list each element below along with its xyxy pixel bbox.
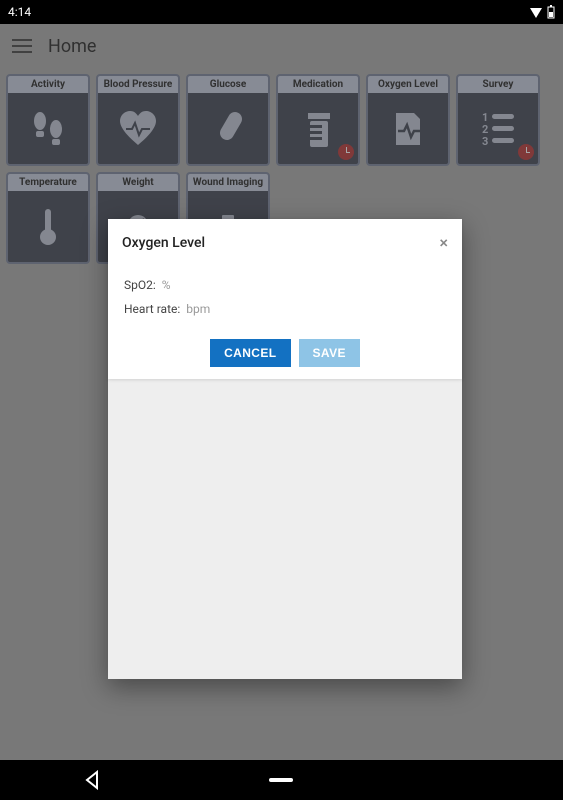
oxygen-dialog: Oxygen Level × SpO2: % Heart rate: bpm C… <box>108 219 462 679</box>
android-nav-bar <box>0 760 563 800</box>
heartrate-label: Heart rate: <box>124 302 180 316</box>
field-heartrate[interactable]: Heart rate: bpm <box>124 302 446 316</box>
home-icon[interactable] <box>269 775 293 785</box>
content-area: Home Activity Blood Pressure Glucose Med… <box>0 24 563 760</box>
battery-icon <box>547 5 555 19</box>
wifi-icon <box>529 6 543 18</box>
save-button[interactable]: SAVE <box>299 339 360 367</box>
spo2-unit: % <box>162 278 171 292</box>
back-icon[interactable] <box>83 770 103 790</box>
dialog-title: Oxygen Level <box>122 235 205 251</box>
status-time: 4:14 <box>8 5 31 19</box>
field-spo2[interactable]: SpO2: % <box>124 278 446 292</box>
spo2-label: SpO2: <box>124 278 156 292</box>
status-bar: 4:14 <box>0 0 563 24</box>
heartrate-unit: bpm <box>186 302 210 316</box>
status-icons <box>529 5 555 19</box>
close-icon[interactable]: × <box>439 233 448 252</box>
cancel-button[interactable]: CANCEL <box>210 339 290 367</box>
